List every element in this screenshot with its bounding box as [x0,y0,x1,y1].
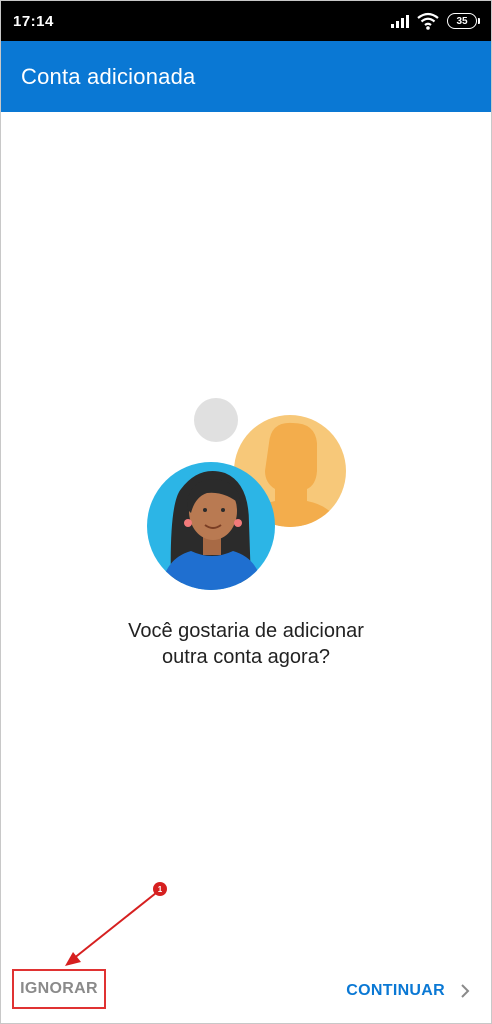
page-title: Conta adicionada [21,63,196,89]
accounts-illustration-icon [147,398,346,590]
continue-button[interactable]: CONTINUAR [346,973,471,1009]
battery-icon: 35 [447,13,480,29]
status-time: 17:14 [13,12,54,30]
annotation-marker: 1 [153,882,167,896]
signal-icon [391,14,409,28]
app-bar: Conta adicionada [1,41,491,112]
continue-button-label: CONTINUAR [346,982,445,999]
status-bar: 17:14 35 [1,1,491,41]
add-account-question: Você gostaria de adicionar outra conta a… [1,618,491,670]
question-line-2: outra conta agora? [162,646,330,668]
wifi-icon [417,12,439,30]
status-icons: 35 [391,12,480,30]
chevron-right-icon [461,984,470,998]
question-line-1: Você gostaria de adicionar [128,620,364,642]
screen: 17:14 35 Conta adicionada Você gostaria … [0,0,492,1024]
battery-level: 35 [456,15,468,27]
ignore-button[interactable]: IGNORAR [12,969,106,1009]
ignore-button-label: IGNORAR [20,980,98,997]
